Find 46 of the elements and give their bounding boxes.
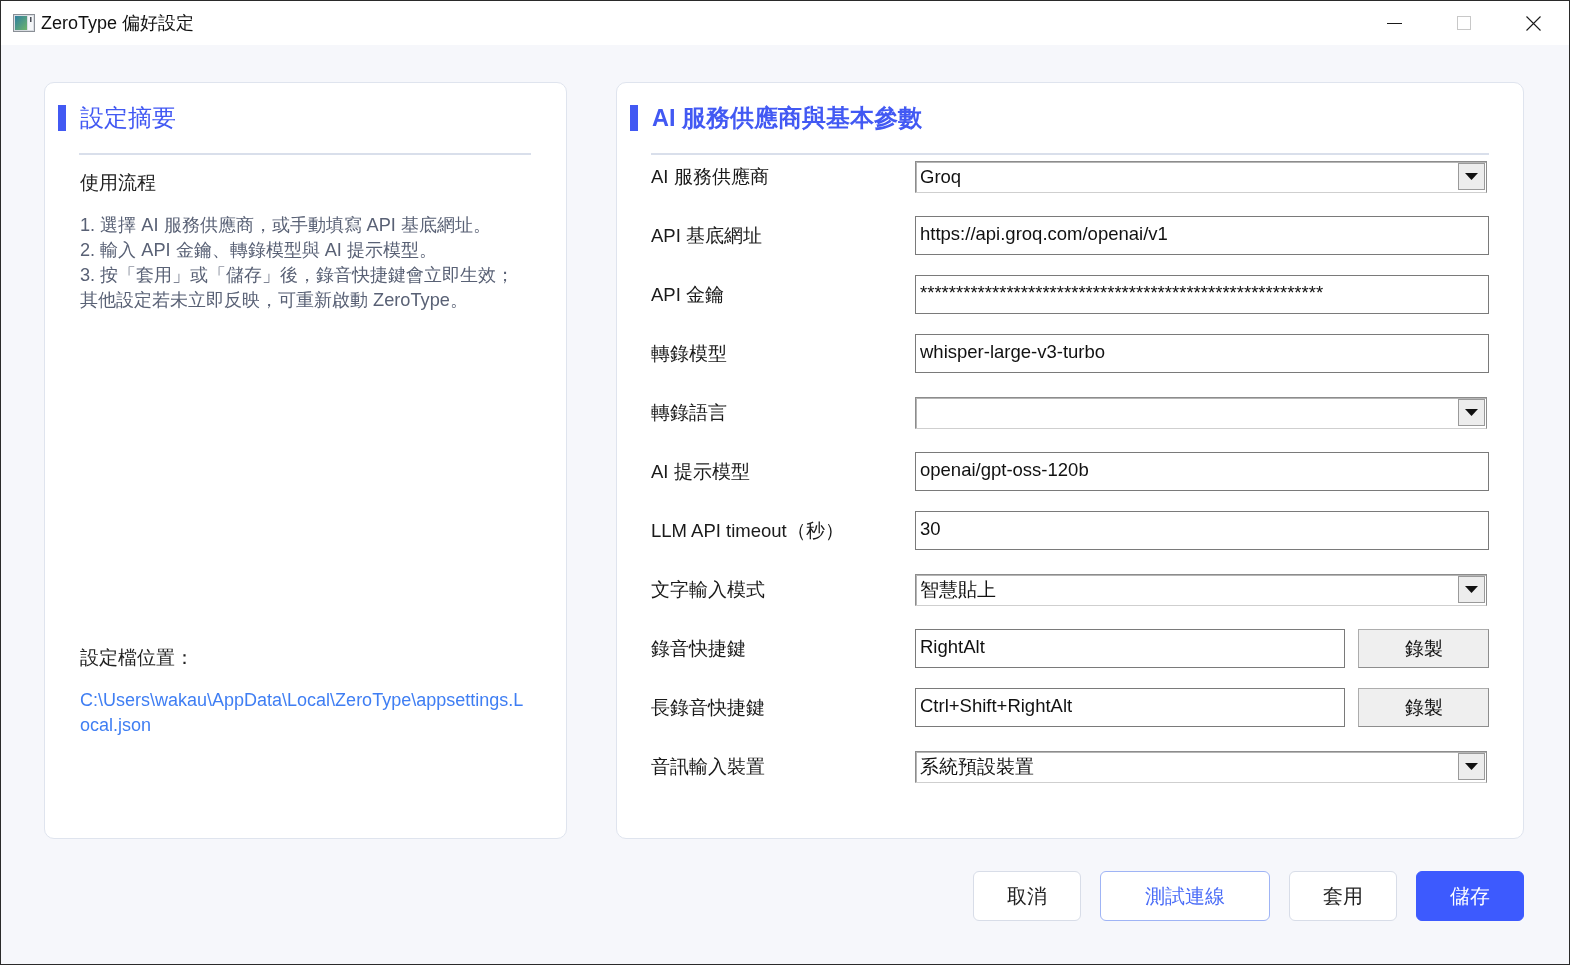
cancel-button[interactable]: 取消: [973, 871, 1081, 921]
hotkey-field[interactable]: RightAlt: [915, 629, 1345, 668]
field-label: AI 提示模型: [651, 460, 751, 484]
panel-title: AI 服務供應商與基本參數: [652, 104, 923, 132]
step-text: 2. 輸入 API 金鑰、轉錄模型與 AI 提示模型。: [80, 239, 438, 262]
dropdown-field[interactable]: 系統預設裝置: [915, 750, 1487, 783]
heading-accent-bar: [58, 105, 66, 131]
dropdown-field[interactable]: 智慧貼上: [915, 573, 1487, 606]
apply-button[interactable]: 套用: [1289, 871, 1397, 921]
field-label: 轉錄語言: [651, 401, 728, 425]
caret-icon[interactable]: [1458, 753, 1485, 780]
field-label: LLM API timeout（秒）: [651, 519, 845, 543]
field-label: API 金鑰: [651, 283, 725, 307]
text-field[interactable]: ********************************************************: [915, 275, 1489, 314]
panel-title: 設定摘要: [80, 104, 176, 132]
caret-icon[interactable]: [1458, 576, 1485, 603]
config-location-label: 設定檔位置：: [80, 646, 195, 670]
record-button[interactable]: 錄製: [1358, 629, 1489, 668]
close-icon[interactable]: [1526, 15, 1541, 31]
text-field[interactable]: openai/gpt-oss-120b: [915, 452, 1489, 491]
field-label: 錄音快捷鍵: [651, 637, 747, 661]
field-label: 音訊輸入裝置: [651, 755, 766, 779]
minimize-icon[interactable]: [1387, 22, 1402, 24]
field-label: AI 服務供應商: [651, 165, 770, 189]
heading-accent-bar: [630, 105, 638, 131]
text-field[interactable]: whisper-large-v3-turbo: [915, 334, 1489, 373]
step-text: 1. 選擇 AI 服務供應商，或手動填寫 API 基底網址。: [80, 214, 492, 237]
save-button[interactable]: 儲存: [1416, 871, 1524, 921]
caret-icon[interactable]: [1458, 399, 1485, 426]
step-text: 3. 按「套用」或「儲存」後，錄音快捷鍵會立即生效；其他設定若未立即反映，可重新啟動 ZeroType。: [80, 264, 516, 312]
field-label: 長錄音快捷鍵: [651, 696, 766, 720]
section-subtitle: 使用流程: [80, 171, 157, 195]
config-path-link[interactable]: C:\Users\wakau\AppData\Local\ZeroType\appsettings.Local.json: [80, 688, 530, 738]
text-field[interactable]: 30: [915, 511, 1489, 550]
field-label: 文字輸入模式: [651, 578, 766, 602]
window-title: ZeroType 偏好設定: [41, 12, 195, 35]
hotkey-field[interactable]: Ctrl+Shift+RightAlt: [915, 688, 1345, 727]
dropdown-field[interactable]: [915, 396, 1487, 429]
record-button[interactable]: 錄製: [1358, 688, 1489, 727]
app-icon: [13, 14, 35, 32]
test-connection-button[interactable]: 測試連線: [1100, 871, 1270, 921]
caret-icon[interactable]: [1458, 163, 1485, 190]
field-label: 轉錄模型: [651, 342, 728, 366]
dropdown-field[interactable]: Groq: [915, 160, 1487, 193]
text-field[interactable]: https://api.groq.com/openai/v1: [915, 216, 1489, 255]
field-label: API 基底網址: [651, 224, 763, 248]
